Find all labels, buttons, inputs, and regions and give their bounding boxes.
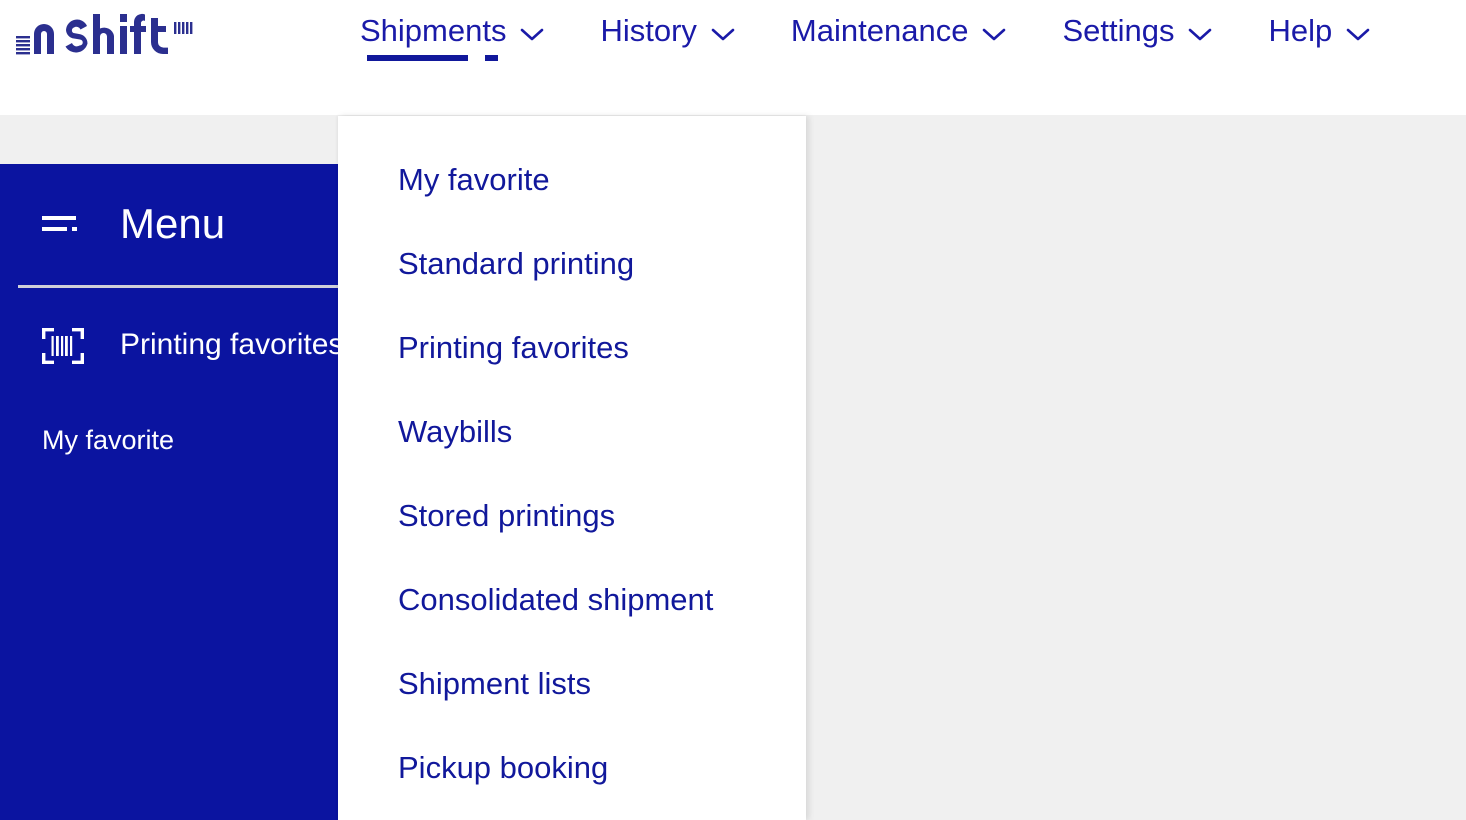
chevron-down-icon (1188, 28, 1212, 42)
dropdown-item-printing-favorites[interactable]: Printing favorites (338, 306, 806, 390)
top-header-bar: Shipments History Maintenance Settings H… (0, 0, 1466, 115)
nav-item-label: Shipments (360, 13, 507, 48)
sidebar-subitem-my-favorite[interactable]: My favorite (42, 422, 174, 458)
sidebar-item-label: Printing favorites (120, 328, 338, 361)
nshift-logo[interactable] (14, 8, 214, 60)
dropdown-item-pickup-booking[interactable]: Pickup booking (338, 726, 806, 810)
active-tab-underline (367, 55, 468, 61)
nav-item-maintenance[interactable]: Maintenance (791, 0, 1007, 50)
nav-item-label: Help (1268, 13, 1333, 48)
sidebar-title: Menu (120, 200, 226, 247)
shipments-dropdown-menu: My favorite Standard printing Printing f… (338, 116, 806, 820)
dropdown-item-waybills[interactable]: Waybills (338, 390, 806, 474)
chevron-down-icon (1346, 28, 1370, 42)
hamburger-menu-icon[interactable] (42, 215, 80, 235)
chevron-down-icon (520, 28, 544, 42)
sidebar-divider (18, 285, 338, 288)
dropdown-item-consolidated-shipment[interactable]: Consolidated shipment (338, 558, 806, 642)
dropdown-item-stored-printings[interactable]: Stored printings (338, 474, 806, 558)
sidebar-item-printing-favorites[interactable]: Printing favorites (0, 310, 338, 380)
sidebar: Menu Printing favorites My favorite (0, 164, 338, 820)
main-content-area (806, 116, 1466, 820)
dropdown-item-shipment-lists[interactable]: Shipment lists (338, 642, 806, 726)
nav-item-label: Settings (1062, 13, 1175, 48)
nav-item-settings[interactable]: Settings (1062, 0, 1212, 50)
nav-item-label: History (600, 13, 697, 48)
dropdown-item-my-favorite[interactable]: My favorite (338, 138, 806, 222)
chevron-down-icon (711, 28, 735, 42)
nav-item-help[interactable]: Help (1268, 0, 1370, 50)
nav-item-label: Maintenance (790, 13, 969, 48)
dropdown-item-standard-printing[interactable]: Standard printing (338, 222, 806, 306)
nav-item-history[interactable]: History (600, 0, 735, 50)
app-root: Shipments History Maintenance Settings H… (0, 0, 1466, 820)
sidebar-menu-header[interactable]: Menu (0, 164, 338, 285)
chevron-down-icon (982, 28, 1006, 42)
nav-item-shipments[interactable]: Shipments (360, 0, 544, 61)
sidebar-subitem-label: My favorite (42, 425, 175, 455)
active-tab-underline-dash (485, 55, 498, 61)
main-navigation: Shipments History Maintenance Settings H… (360, 0, 1370, 80)
barcode-scan-icon (42, 328, 84, 364)
